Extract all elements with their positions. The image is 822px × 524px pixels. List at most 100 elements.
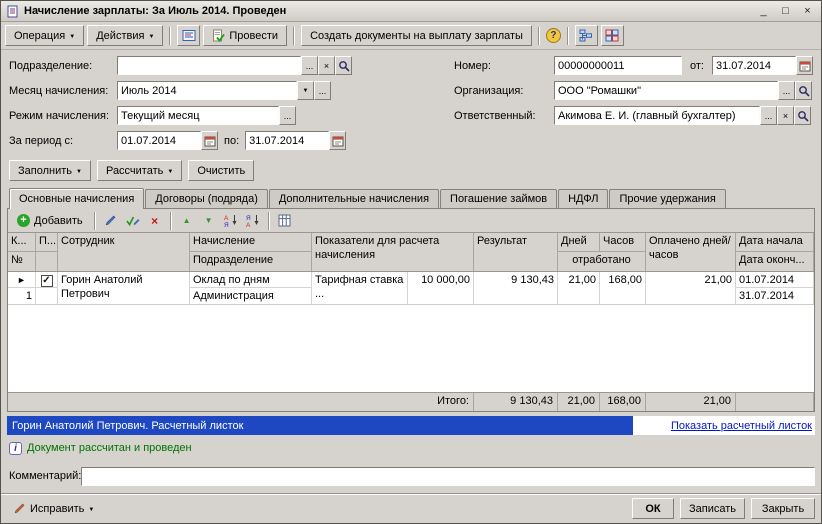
- tab-additional-accruals[interactable]: Дополнительные начисления: [268, 189, 440, 208]
- organization-input[interactable]: [554, 81, 778, 100]
- accruals-tab-panel: + Добавить × ▲ ▼ АЯ ЯА К... № П... Сотру…: [7, 208, 815, 412]
- fill-label: Заполнить: [18, 164, 73, 177]
- mode-input[interactable]: [117, 106, 279, 125]
- search-icon: [797, 110, 809, 122]
- tab-label: Договоры (подряда): [155, 193, 258, 205]
- number-label: Номер:: [454, 59, 491, 72]
- post-document-icon: [212, 29, 226, 42]
- save-label: Записать: [688, 502, 736, 515]
- svg-text:А: А: [246, 222, 251, 227]
- fill-button[interactable]: Заполнить ▼: [9, 160, 91, 181]
- finish-edit-button[interactable]: [123, 211, 143, 230]
- organization-choose-button[interactable]: ...: [778, 81, 795, 100]
- toolbar-separator: [267, 211, 270, 230]
- period-from-calendar-button[interactable]: [201, 131, 218, 150]
- ellipsis-icon: ...: [318, 85, 327, 96]
- chevron-down-icon: ▼: [69, 33, 76, 40]
- clear-icon: ×: [323, 60, 330, 71]
- subordination-structure-button[interactable]: [574, 25, 598, 46]
- tab-ndfl[interactable]: НДФЛ: [558, 189, 609, 208]
- postings-dtkt-button[interactable]: [600, 25, 624, 46]
- actions-menu-button[interactable]: Действия ▼: [87, 25, 164, 46]
- actions-label: Действия: [96, 29, 145, 42]
- operation-label: Операция: [14, 29, 66, 42]
- responsible-input[interactable]: [554, 106, 760, 125]
- column-header-num: №: [8, 252, 36, 271]
- days-cell: 21,00: [558, 272, 600, 304]
- document-date-calendar-button[interactable]: [796, 56, 813, 75]
- tab-other-deductions[interactable]: Прочие удержания: [609, 189, 726, 208]
- report-button[interactable]: [177, 25, 201, 46]
- period-label: За период с:: [9, 134, 74, 147]
- table-header: К... № П... Сотрудник Начисление Подразд…: [8, 232, 814, 272]
- maximize-button[interactable]: □: [777, 4, 794, 19]
- edit-row-button[interactable]: [101, 211, 121, 230]
- document-date-input[interactable]: [712, 56, 796, 75]
- department-choose-button[interactable]: ...: [301, 56, 318, 75]
- post-document-button[interactable]: Провести: [203, 25, 288, 46]
- month-choose-button[interactable]: ...: [314, 81, 331, 100]
- add-row-button[interactable]: + Добавить: [11, 211, 89, 230]
- fix-button[interactable]: Исправить ▼: [7, 499, 100, 518]
- search-icon: [798, 85, 810, 97]
- department-input[interactable]: [117, 56, 301, 75]
- table-empty-area[interactable]: [8, 305, 814, 392]
- responsible-search-button[interactable]: [794, 106, 811, 125]
- mode-label: Режим начисления:: [9, 109, 110, 122]
- row-checkbox[interactable]: ✓: [40, 275, 53, 287]
- responsible-clear-button[interactable]: ×: [777, 106, 794, 125]
- period-to-label: по:: [224, 134, 240, 147]
- close-window-button[interactable]: Закрыть: [751, 498, 815, 519]
- department-cell: Администрация: [190, 288, 312, 304]
- close-button[interactable]: ×: [799, 4, 816, 19]
- result-cell: 9 130,43: [474, 272, 558, 304]
- operation-menu-button[interactable]: Операция ▼: [5, 25, 85, 46]
- month-label: Месяц начисления:: [9, 84, 109, 97]
- tab-contracts[interactable]: Договоры (подряда): [145, 189, 268, 208]
- save-button[interactable]: Записать: [679, 498, 745, 519]
- clear-label: Очистить: [197, 164, 246, 177]
- delete-row-button[interactable]: ×: [145, 211, 165, 230]
- help-icon[interactable]: ?: [545, 28, 561, 43]
- mode-choose-button[interactable]: ...: [279, 106, 296, 125]
- employee-cell: Горин Анатолий Петрович: [58, 272, 190, 304]
- ellipsis-icon: ...: [283, 110, 292, 121]
- clear-button[interactable]: Очистить: [188, 160, 255, 181]
- arrow-down-icon: ▼: [204, 216, 213, 225]
- number-input[interactable]: [554, 56, 682, 75]
- sort-descending-button[interactable]: ЯА: [243, 211, 263, 230]
- table-row[interactable]: ► 1 ✓ Горин Анатолий Петрович Оклад по д…: [8, 272, 814, 305]
- period-from-input[interactable]: [117, 131, 201, 150]
- title-bar: Начисление зарплаты: За Июль 2014. Прове…: [1, 1, 821, 22]
- tab-loan-repayment[interactable]: Погашение займов: [440, 189, 558, 208]
- department-clear-button[interactable]: ×: [318, 56, 335, 75]
- column-header-employee: Сотрудник: [58, 233, 190, 271]
- calculate-button[interactable]: Рассчитать ▼: [96, 160, 183, 181]
- period-to-input[interactable]: [245, 131, 330, 150]
- move-up-button[interactable]: ▲: [177, 211, 197, 230]
- form-left-column: Подразделение: ... × Месяц начисления: ▼…: [9, 56, 454, 156]
- toolbar-separator: [169, 26, 172, 45]
- tab-main-accruals[interactable]: Основные начисления: [9, 188, 145, 209]
- list-settings-button[interactable]: [275, 211, 295, 230]
- month-input[interactable]: [117, 81, 297, 100]
- month-dropdown-button[interactable]: ▼: [297, 81, 314, 100]
- sort-ascending-button[interactable]: АЯ: [221, 211, 241, 230]
- totals-result: 9 130,43: [474, 393, 558, 411]
- department-search-button[interactable]: [335, 56, 352, 75]
- ok-button[interactable]: ОК: [631, 498, 674, 519]
- responsible-choose-button[interactable]: ...: [760, 106, 777, 125]
- comment-input[interactable]: [81, 466, 815, 486]
- period-to-calendar-button[interactable]: [329, 131, 347, 150]
- tab-label: Основные начисления: [19, 193, 135, 205]
- minimize-button[interactable]: _: [755, 4, 772, 19]
- organization-search-button[interactable]: [795, 81, 812, 100]
- show-payslip-link[interactable]: Показать расчетный листок: [671, 420, 812, 432]
- move-down-button[interactable]: ▼: [199, 211, 219, 230]
- create-payout-docs-button[interactable]: Создать документы на выплату зарплаты: [301, 25, 532, 46]
- payslip-link-area: Показать расчетный листок: [633, 416, 815, 435]
- sort-ascending-icon: АЯ: [224, 214, 238, 227]
- calendar-icon: [332, 135, 344, 147]
- pencil-icon: [13, 502, 26, 515]
- column-header-paid: Оплачено дней/часов: [646, 233, 736, 271]
